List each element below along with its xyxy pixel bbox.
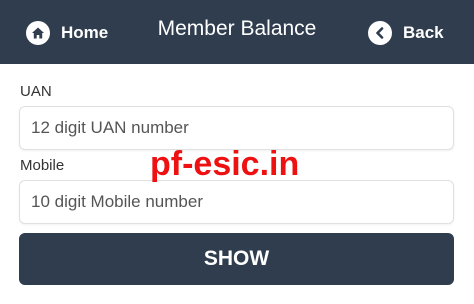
uan-input[interactable]	[19, 106, 454, 150]
home-label: Home	[61, 23, 109, 42]
mobile-input[interactable]	[19, 180, 454, 224]
uan-label: UAN	[20, 83, 52, 100]
mobile-label: Mobile	[20, 157, 65, 174]
watermark-text: pf-esic.in	[150, 145, 300, 183]
home-icon	[26, 21, 50, 45]
home-button[interactable]: Home	[26, 18, 108, 48]
back-button[interactable]: Back	[368, 18, 444, 48]
back-label: Back	[403, 23, 444, 42]
app-header: Home Member Balance Back	[0, 0, 474, 64]
page-title: Member Balance	[157, 17, 317, 40]
show-button[interactable]: SHOW	[19, 233, 454, 285]
chevron-left-icon	[368, 21, 392, 45]
member-balance-page: Home Member Balance Back UAN Mobile pf-e…	[0, 0, 474, 304]
